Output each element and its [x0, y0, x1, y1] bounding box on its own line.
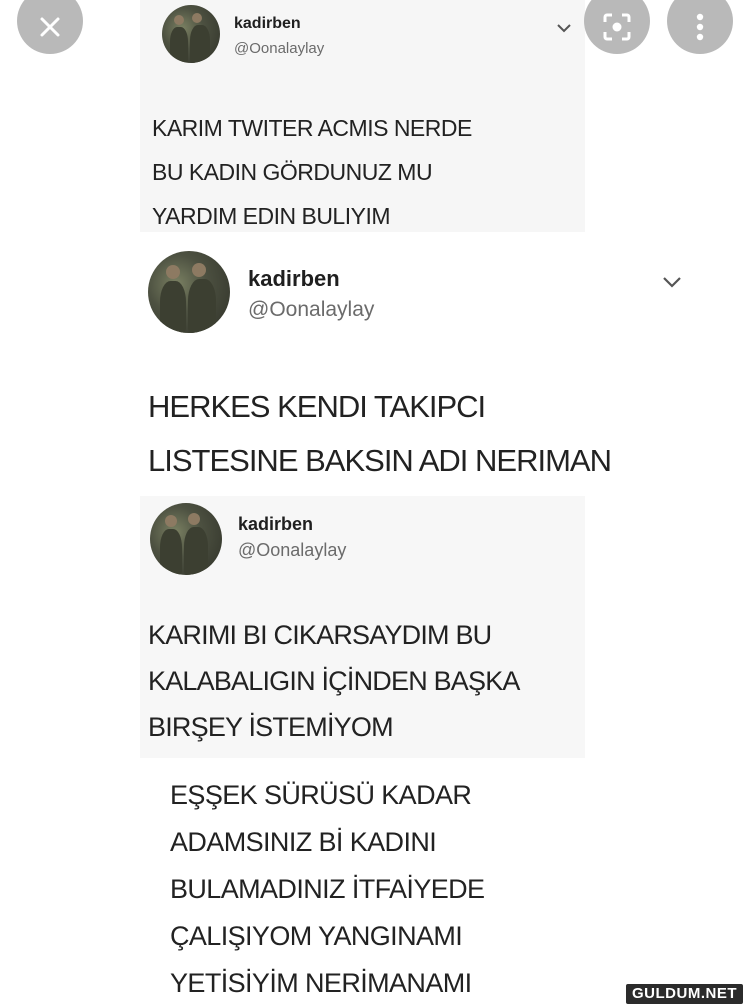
- display-name[interactable]: kadirben: [234, 15, 301, 33]
- avatar: [148, 251, 230, 333]
- user-handle[interactable]: @Oonalaylay: [234, 40, 324, 57]
- tweet-text: KARIM TWITER ACMIS NERDE BU KADIN GÖRDUN…: [152, 115, 472, 229]
- more-options-button[interactable]: [667, 0, 733, 54]
- close-button[interactable]: [17, 0, 83, 54]
- lens-search-icon: [603, 13, 631, 41]
- avatar: [162, 5, 220, 63]
- tweet-text: KARIMI BI CIKARSAYDIM BU KALABALIGIN İÇİ…: [148, 620, 520, 742]
- display-name[interactable]: kadirben: [248, 266, 340, 292]
- site-watermark: GULDUM.NET: [626, 984, 743, 1004]
- avatar: [150, 503, 222, 575]
- lens-search-button[interactable]: [584, 0, 650, 54]
- more-vertical-icon: [696, 13, 704, 41]
- close-icon: [40, 17, 60, 37]
- user-handle[interactable]: @Oonalaylay: [238, 540, 346, 561]
- display-name[interactable]: kadirben: [238, 514, 313, 535]
- user-handle[interactable]: @Oonalaylay: [248, 298, 374, 322]
- chevron-down-icon[interactable]: [662, 276, 682, 288]
- reply-text: EŞŞEK SÜRÜSÜ KADAR ADAMSINIZ Bİ KADINI B…: [170, 780, 485, 998]
- tweet-text: HERKES KENDI TAKIPCI LISTESINE BAKSIN AD…: [148, 389, 612, 478]
- chevron-down-icon[interactable]: [556, 23, 572, 33]
